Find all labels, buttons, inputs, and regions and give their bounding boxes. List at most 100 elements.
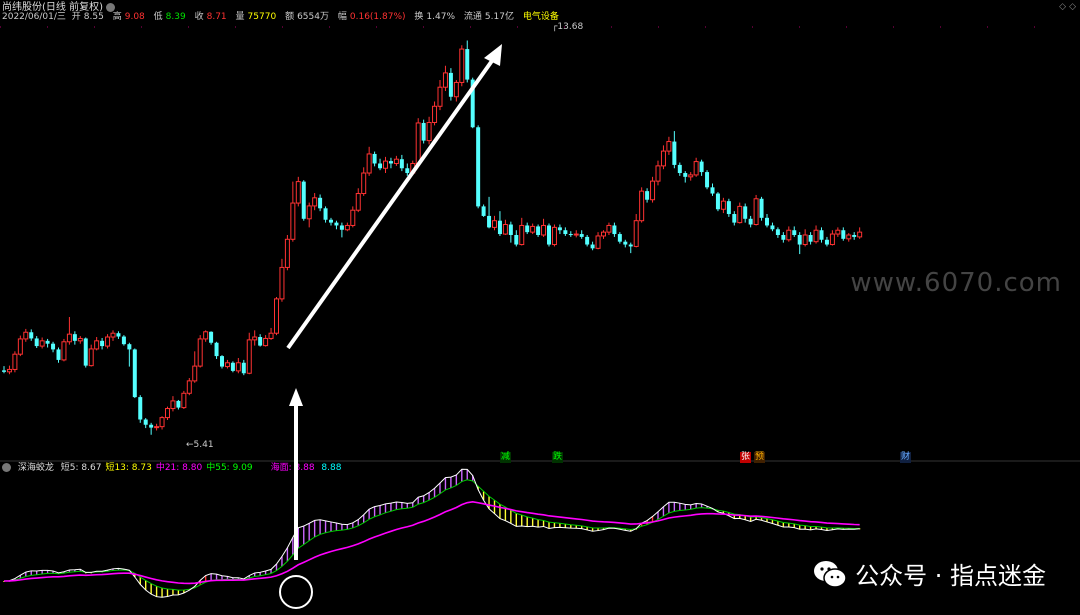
candle [732, 211, 737, 226]
candle [595, 232, 601, 250]
wechat-badge: 公众号 · 指点迷金 [813, 556, 1046, 591]
price-chart[interactable] [0, 0, 1080, 462]
candle [121, 335, 126, 346]
candle [366, 146, 372, 176]
candle [143, 418, 148, 429]
candle [502, 219, 508, 235]
candle [710, 183, 715, 196]
candle [841, 227, 846, 241]
candle [6, 365, 12, 375]
candle [329, 217, 333, 226]
candle [12, 351, 18, 373]
indicator-value: 短13: 8.73 [105, 463, 152, 473]
low-price-label: ←5.41 [186, 440, 214, 450]
candle [34, 336, 39, 348]
candle [127, 342, 132, 367]
candle [56, 347, 61, 363]
candle [339, 222, 344, 238]
marker-yu[interactable]: 预 [754, 452, 766, 463]
candle [437, 80, 443, 111]
candle [846, 233, 852, 242]
sea-line [3, 500, 860, 585]
candle [748, 215, 753, 228]
marker-cai[interactable]: 财 [900, 452, 912, 463]
candle [94, 337, 100, 351]
candle [683, 171, 688, 183]
candle [628, 242, 633, 254]
indicator-menu-icon[interactable] [2, 463, 11, 472]
candle [203, 330, 209, 342]
candle [252, 330, 258, 346]
candle [318, 194, 323, 212]
candle [235, 358, 241, 374]
candle [715, 192, 720, 212]
candle [786, 226, 792, 242]
candle [813, 225, 819, 244]
candle [579, 230, 584, 239]
candle [688, 172, 694, 181]
candle [263, 335, 269, 347]
candle [88, 344, 94, 367]
candle [530, 223, 536, 235]
candle [726, 198, 731, 217]
marker-die[interactable]: 跌 [552, 452, 564, 463]
expand-icon[interactable]: ◇ [1059, 2, 1066, 12]
candle [829, 230, 835, 246]
candle [753, 194, 759, 226]
candle [792, 226, 797, 237]
corner-controls: ◇ ◇ [1056, 2, 1076, 12]
collapse-icon[interactable]: ◇ [1069, 2, 1076, 12]
candle [808, 232, 813, 245]
candle [246, 332, 252, 375]
candle [497, 211, 502, 236]
candle [645, 188, 650, 203]
candle [170, 396, 176, 412]
candle [737, 202, 743, 224]
candle [372, 151, 377, 167]
candle [590, 241, 595, 251]
candle [66, 317, 72, 345]
candle [601, 230, 606, 239]
candle [765, 214, 769, 228]
candle [633, 214, 639, 248]
candle [525, 222, 530, 235]
candle [453, 80, 459, 102]
candle [268, 327, 274, 340]
candle [573, 230, 579, 238]
candle [802, 229, 808, 247]
candle [585, 235, 590, 247]
candle [824, 236, 829, 247]
short-line [3, 468, 860, 598]
candle [61, 338, 67, 362]
candle [508, 221, 513, 243]
candle [775, 227, 780, 238]
candle [83, 337, 88, 368]
marker-jian[interactable]: 减 [500, 452, 512, 463]
candle [165, 406, 170, 420]
candle [465, 40, 470, 83]
marker-zhang[interactable]: 张 [740, 452, 752, 463]
candle [606, 222, 612, 235]
candle [388, 157, 393, 169]
candle [159, 416, 165, 430]
candle [355, 188, 361, 213]
candle [551, 224, 557, 247]
candle [617, 232, 622, 244]
candle [459, 45, 465, 87]
candle [672, 131, 677, 169]
candle [176, 399, 181, 410]
candle [361, 167, 367, 196]
candle [476, 125, 481, 209]
candle [612, 222, 617, 237]
candle [666, 136, 672, 155]
candle [224, 359, 230, 369]
candle [138, 395, 143, 423]
candle [655, 160, 661, 186]
indicator-chart[interactable] [0, 462, 1080, 615]
candle [426, 116, 432, 145]
candle [547, 223, 551, 247]
candle [154, 423, 160, 431]
indicator-value: 短5: 8.67 [60, 463, 102, 473]
candle [421, 119, 426, 144]
candle [110, 330, 116, 341]
